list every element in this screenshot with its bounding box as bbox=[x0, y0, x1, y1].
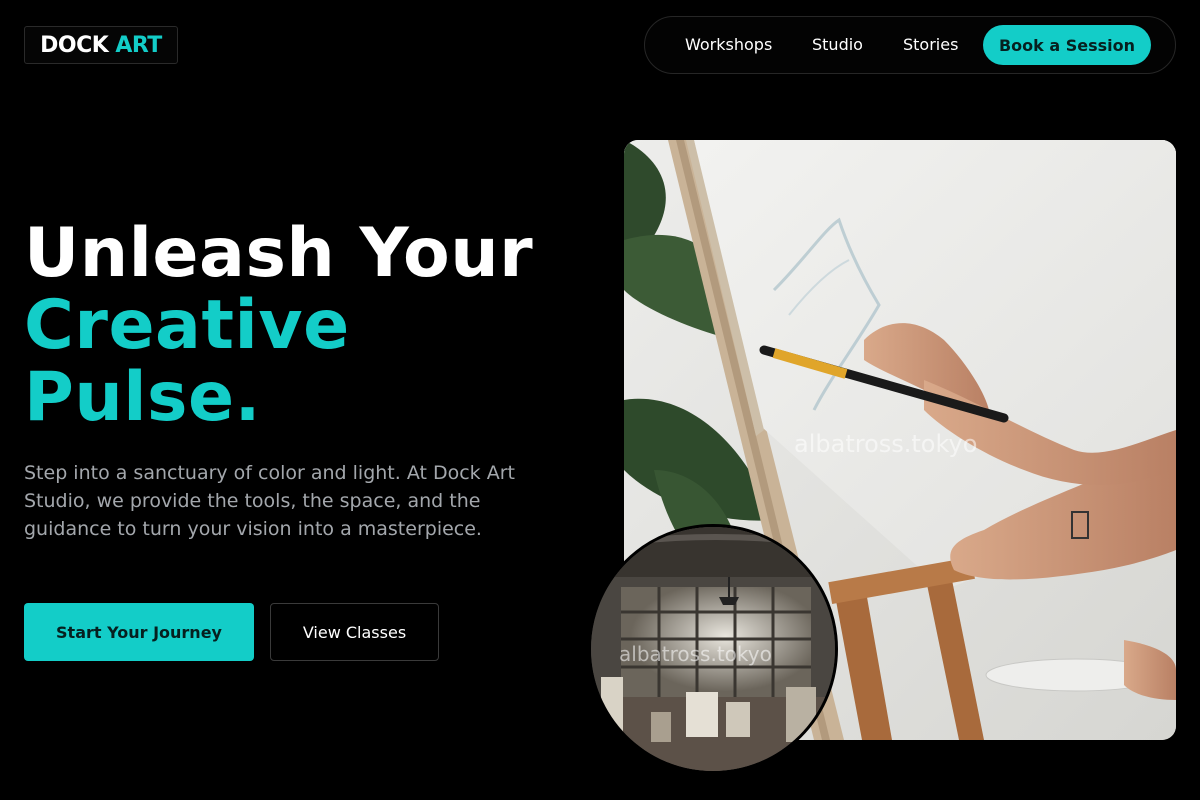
studio-interior-photo: albatross.tokyo bbox=[588, 524, 838, 774]
brand-name-part2: ART bbox=[115, 32, 162, 58]
nav-link-workshops[interactable]: Workshops bbox=[685, 17, 772, 73]
main-photo-watermark: albatross.tokyo bbox=[794, 430, 977, 458]
circle-photo-watermark: albatross.tokyo bbox=[619, 642, 772, 666]
studio-interior-illustration: albatross.tokyo bbox=[591, 527, 835, 771]
start-journey-button[interactable]: Start Your Journey bbox=[24, 603, 254, 661]
hero-description: Step into a sanctuary of color and light… bbox=[24, 462, 515, 540]
hero-title: Unleash Your Creative Pulse. bbox=[24, 218, 533, 434]
view-classes-button[interactable]: View Classes bbox=[270, 603, 439, 661]
brand-name-part1: DOCK bbox=[40, 32, 109, 58]
brand-logo[interactable]: DOCK ART bbox=[24, 26, 178, 64]
hero-title-line1: Unleash Your bbox=[24, 214, 534, 293]
hero-title-line3: Pulse. bbox=[24, 358, 261, 437]
nav-link-studio[interactable]: Studio bbox=[812, 17, 863, 73]
main-nav: Workshops Studio Stories Book a Session bbox=[644, 16, 1176, 74]
book-session-button[interactable]: Book a Session bbox=[983, 25, 1151, 65]
nav-link-stories[interactable]: Stories bbox=[903, 17, 958, 73]
hero-title-line2: Creative bbox=[24, 286, 350, 365]
